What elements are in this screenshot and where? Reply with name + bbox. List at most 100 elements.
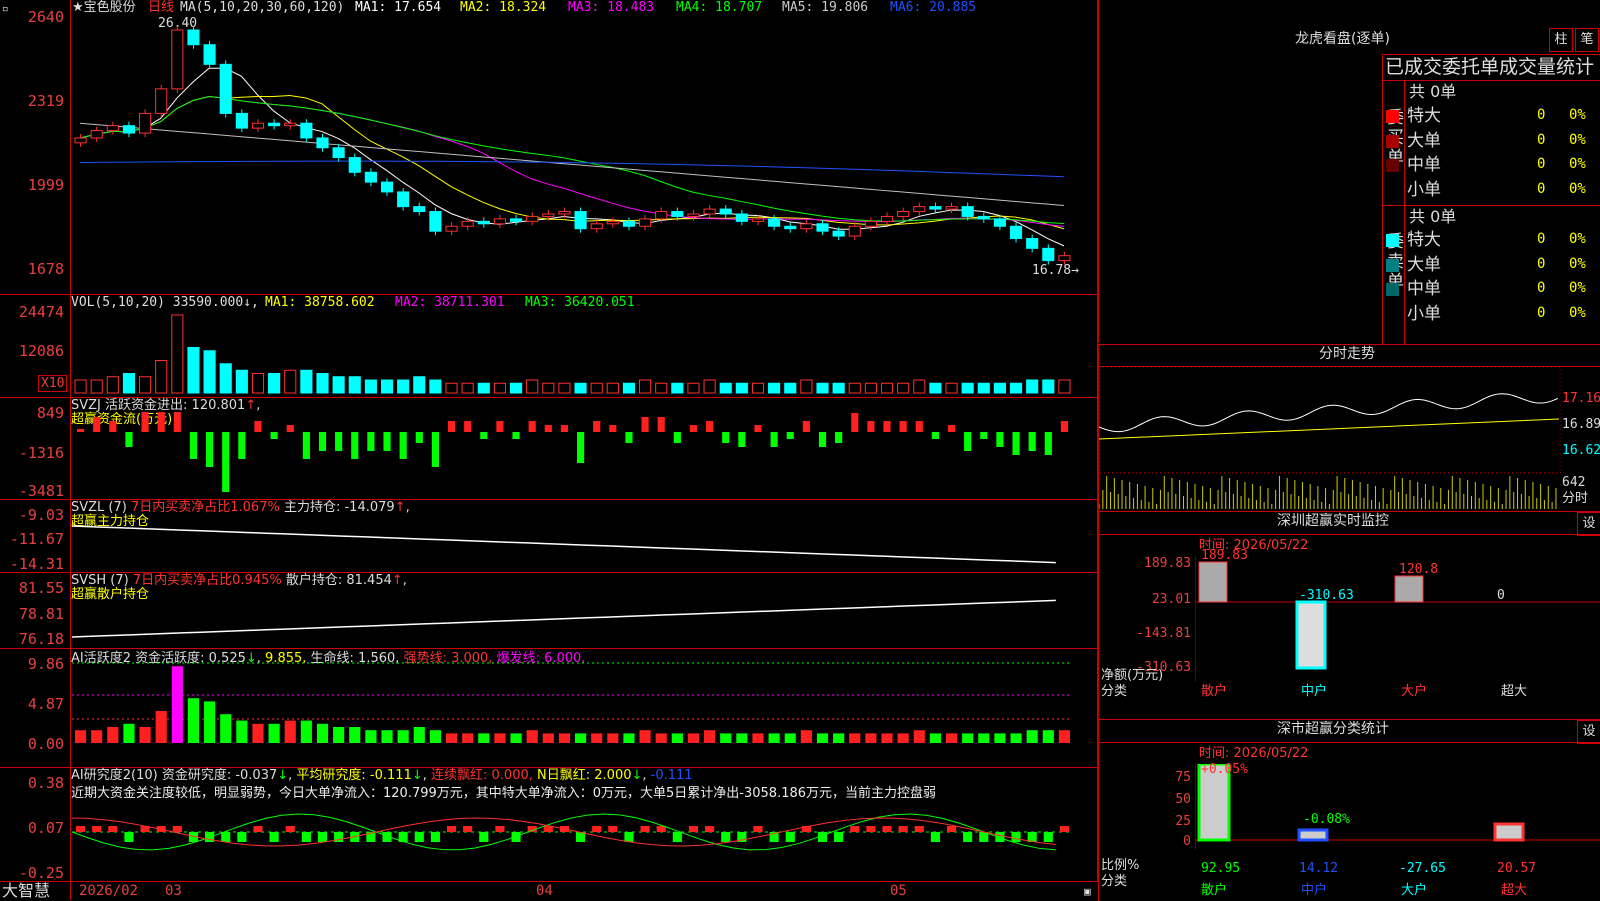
candle xyxy=(268,122,281,127)
volume-bar xyxy=(993,382,1006,394)
monitor-panel[interactable]: 深圳超赢实时监控 设 时间: 2026/05/22 189.83 23.01 -… xyxy=(1098,511,1600,719)
activity-bar xyxy=(962,733,974,743)
svsh-chart[interactable] xyxy=(72,593,1096,647)
research-bar xyxy=(850,826,860,832)
period-label[interactable]: 日线 xyxy=(148,0,174,15)
monitor-value: -310.63 xyxy=(1299,588,1354,603)
research-bar xyxy=(543,826,553,832)
ai-activity-chart[interactable] xyxy=(72,659,1096,765)
ma-line xyxy=(80,122,1064,207)
buy-swatch xyxy=(1386,183,1399,197)
flow-bar xyxy=(738,432,746,447)
volume-bar xyxy=(284,369,297,394)
flow-bar xyxy=(673,432,681,443)
candle xyxy=(139,112,152,134)
vol-ytick: 24474 xyxy=(18,303,64,321)
fenshi-panel[interactable]: 分时走势 17.16 16.89 16.62 642 分时 xyxy=(1098,344,1600,511)
tick-view-button[interactable]: 笔 xyxy=(1575,28,1599,52)
flow-bar xyxy=(609,425,617,432)
svzj-title: SVZJ 活跃资金进出: 120.801↑, xyxy=(71,398,261,413)
candle xyxy=(316,137,329,149)
volume-bar xyxy=(155,360,168,394)
activity-bar xyxy=(381,730,393,743)
volume-bar xyxy=(348,376,361,394)
activity-bar xyxy=(768,733,780,743)
candle xyxy=(155,88,168,114)
research-bar xyxy=(301,832,311,842)
sell-row-label: 中单 xyxy=(1407,279,1441,299)
flow-bar xyxy=(980,432,988,439)
research-bar xyxy=(317,832,328,842)
kline-chart[interactable] xyxy=(72,22,1096,272)
flow-bar xyxy=(77,429,85,432)
activity-bar xyxy=(784,733,796,743)
lock-icon[interactable]: ▣ xyxy=(1084,884,1091,899)
activity-bar xyxy=(1042,730,1054,743)
flow-bar xyxy=(577,432,585,463)
monitor-ylabel: 净额(万元) xyxy=(1101,668,1164,683)
research-bar xyxy=(495,826,505,832)
fenshi-chart[interactable] xyxy=(1099,367,1561,509)
ai-research-chart[interactable] xyxy=(72,804,1096,880)
svzj-panel[interactable]: SVZJ 活跃资金进出: 120.801↑, 超赢资金流(万元) 849 -13… xyxy=(0,398,1098,500)
flow-bar xyxy=(335,432,343,451)
research-bar xyxy=(753,826,763,832)
activity-bar xyxy=(155,711,167,743)
sell-total: 共 0单 xyxy=(1409,207,1457,226)
ai-research-panel[interactable]: AI研究度2(10) 资金研究度: -0.037↓, 平均研究度: -0.111… xyxy=(0,768,1098,882)
research-bar xyxy=(672,832,682,842)
bar-view-button[interactable]: 柱 xyxy=(1549,28,1573,52)
classify-cat: 中户 xyxy=(1301,883,1328,898)
monitor-cat: 超大 xyxy=(1501,684,1528,699)
volume-panel[interactable]: VOL(5,10,20) 33590.000↓, MA1: 38758.602 … xyxy=(0,295,1098,398)
volume-bar xyxy=(187,347,200,394)
ai-activity-panel[interactable]: AI活跃度2 资金活跃度: 0.525↓, 9.855, 生命线: 1.560,… xyxy=(0,649,1098,768)
classify-cat: 大户 xyxy=(1401,883,1428,898)
lhb-header: 已成交委托单成交量统计 xyxy=(1385,56,1595,78)
activity-bar xyxy=(816,733,829,743)
activity-bar xyxy=(865,733,877,743)
svzl-panel[interactable]: SVZL (7) 7日内买卖净占比1.067% 主力持仓: -14.079↑, … xyxy=(0,500,1098,573)
activity-bar xyxy=(945,733,958,743)
activity-bar xyxy=(268,723,280,743)
activity-bar xyxy=(75,730,87,743)
candle xyxy=(606,220,619,225)
candle xyxy=(413,206,426,213)
kline-panel[interactable]: ▫ ★宝色股份 日线 MA(5,10,20,30,60,120) MA1: 17… xyxy=(0,0,1098,900)
buy-row-value: 0 xyxy=(1537,131,1546,148)
volume-bar xyxy=(203,350,216,394)
classify-ytick: 50 xyxy=(1175,792,1191,807)
volume-bar xyxy=(703,379,716,394)
activity-bar xyxy=(897,733,909,743)
flow-bar xyxy=(560,425,568,432)
vol-ma1: MA1: 38758.602 xyxy=(265,295,375,310)
flow-bar xyxy=(189,432,198,459)
sell-row-label: 特大 xyxy=(1407,230,1441,250)
activity-bar xyxy=(510,733,522,743)
svzl-chart[interactable] xyxy=(72,520,1096,570)
flow-bar xyxy=(383,432,391,451)
buy-row-pct: 0% xyxy=(1569,107,1586,123)
flow-bar xyxy=(1044,432,1052,455)
vol-ma3: MA3: 36420.051 xyxy=(525,295,635,310)
candle xyxy=(655,211,668,220)
classify-settings-button[interactable]: 设 xyxy=(1577,720,1600,744)
volume-bar xyxy=(461,382,474,394)
volume-chart[interactable] xyxy=(72,313,1096,395)
volume-bar xyxy=(300,369,313,394)
classify-top: +0.05% xyxy=(1201,762,1248,777)
svzj-chart[interactable] xyxy=(72,412,1096,498)
svsh-panel[interactable]: SVSH (7) 7日内买卖净占比0.945% 散户持仓: 81.454↑, 超… xyxy=(0,573,1098,649)
research-bar xyxy=(253,826,263,832)
monitor-settings-button[interactable]: 设 xyxy=(1577,512,1600,536)
flow-bar xyxy=(125,432,133,447)
candle xyxy=(251,122,265,129)
ai1-ytick: 9.86 xyxy=(27,655,64,673)
research-bar xyxy=(269,832,279,842)
flow-bar xyxy=(851,413,859,432)
volume-bar xyxy=(74,379,87,394)
classify-panel[interactable]: 深市超赢分类统计 设 时间: 2026/05/22 75 50 25 0 比例%… xyxy=(1098,719,1600,901)
candle xyxy=(913,206,926,213)
stock-name: ★宝色股份 xyxy=(72,0,136,15)
flow-bar xyxy=(109,421,117,432)
